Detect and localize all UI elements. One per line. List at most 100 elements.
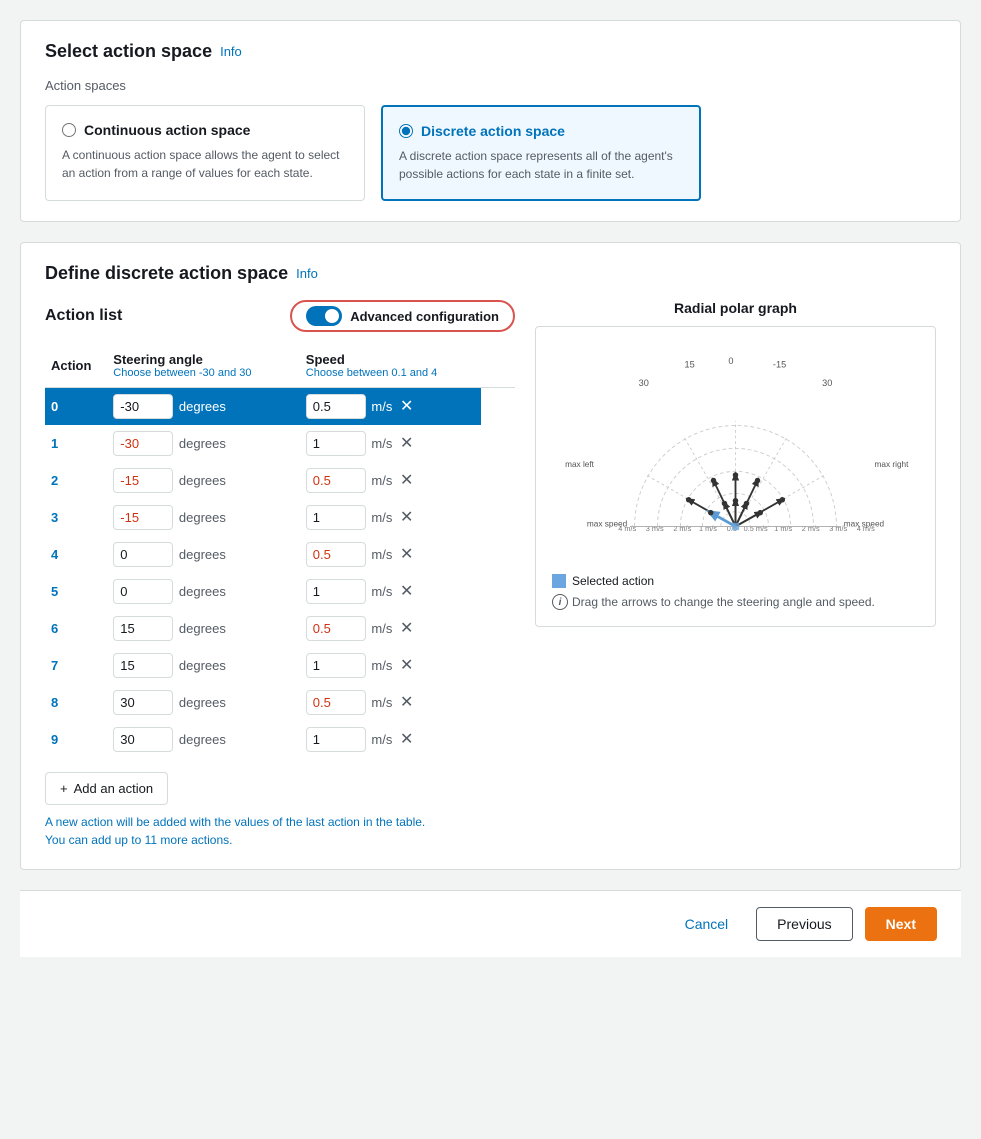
speed-input[interactable] bbox=[306, 727, 366, 752]
delete-action-button[interactable]: ✕ bbox=[396, 468, 417, 492]
steering-input[interactable] bbox=[113, 431, 173, 456]
steering-input[interactable] bbox=[113, 727, 173, 752]
delete-action-button[interactable]: ✕ bbox=[396, 690, 417, 714]
speed-input[interactable] bbox=[306, 690, 366, 715]
action-number: 4 bbox=[51, 547, 58, 562]
svg-text:2 m/s: 2 m/s bbox=[802, 524, 820, 533]
table-row[interactable]: 4 degrees m/s ✕ bbox=[45, 536, 515, 573]
action-spaces-label: Action spaces bbox=[45, 78, 936, 93]
graph-panel: Radial polar graph 0 15 -15 30 30 max le… bbox=[535, 300, 936, 849]
steering-unit: degrees bbox=[179, 658, 226, 673]
col-header-steering: Steering angle Choose between -30 and 30 bbox=[107, 344, 300, 388]
svg-text:4 m/s: 4 m/s bbox=[618, 524, 636, 533]
svg-text:1 m/s: 1 m/s bbox=[699, 524, 717, 533]
action-number: 5 bbox=[51, 584, 58, 599]
speed-unit: m/s bbox=[371, 658, 392, 673]
steering-input[interactable] bbox=[113, 542, 173, 567]
speed-unit: m/s bbox=[371, 695, 392, 710]
delete-action-button[interactable]: ✕ bbox=[396, 616, 417, 640]
action-table: Action Steering angle Choose between -30… bbox=[45, 344, 515, 758]
action-space-options: Continuous action space A continuous act… bbox=[45, 105, 936, 201]
advanced-config-toggle[interactable]: Advanced configuration bbox=[290, 300, 515, 332]
info-icon: i bbox=[552, 594, 568, 610]
delete-action-button[interactable]: ✕ bbox=[396, 505, 417, 529]
table-row[interactable]: 1 degrees m/s ✕ bbox=[45, 425, 515, 462]
table-row[interactable]: 5 degrees m/s ✕ bbox=[45, 573, 515, 610]
steering-unit: degrees bbox=[179, 547, 226, 562]
svg-text:3 m/s: 3 m/s bbox=[829, 524, 847, 533]
speed-input[interactable] bbox=[306, 394, 366, 419]
steering-input[interactable] bbox=[113, 505, 173, 530]
delete-action-button[interactable]: ✕ bbox=[396, 579, 417, 603]
next-button[interactable]: Next bbox=[865, 907, 937, 941]
select-action-space-card: Select action space Info Action spaces C… bbox=[20, 20, 961, 222]
delete-action-button[interactable]: ✕ bbox=[396, 394, 417, 418]
graph-legend: Selected action bbox=[552, 574, 919, 588]
continuous-action-space-option[interactable]: Continuous action space A continuous act… bbox=[45, 105, 365, 201]
svg-text:30: 30 bbox=[639, 378, 649, 388]
delete-action-button[interactable]: ✕ bbox=[396, 727, 417, 751]
steering-unit: degrees bbox=[179, 510, 226, 525]
advanced-config-switch[interactable] bbox=[306, 306, 342, 326]
discrete-option-title: Discrete action space bbox=[421, 123, 565, 139]
action-number: 8 bbox=[51, 695, 58, 710]
cancel-button[interactable]: Cancel bbox=[669, 908, 745, 940]
legend-label: Selected action bbox=[572, 574, 654, 588]
define-section: Action list Advanced configuration A bbox=[45, 300, 936, 849]
steering-unit: degrees bbox=[179, 436, 226, 451]
continuous-option-desc: A continuous action space allows the age… bbox=[62, 146, 348, 182]
discrete-radio[interactable] bbox=[399, 124, 413, 138]
action-list-header: Action list Advanced configuration bbox=[45, 300, 515, 332]
steering-unit: degrees bbox=[179, 695, 226, 710]
delete-action-button[interactable]: ✕ bbox=[396, 653, 417, 677]
steering-input[interactable] bbox=[113, 616, 173, 641]
col-header-speed: Speed Choose between 0.1 and 4 bbox=[300, 344, 481, 388]
svg-text:0.5 m/s: 0.5 m/s bbox=[744, 524, 768, 533]
previous-button[interactable]: Previous bbox=[756, 907, 852, 941]
delete-action-button[interactable]: ✕ bbox=[396, 542, 417, 566]
speed-input[interactable] bbox=[306, 505, 366, 530]
section2-title: Define discrete action space bbox=[45, 263, 288, 284]
action-number: 0 bbox=[51, 399, 58, 414]
speed-unit: m/s bbox=[371, 436, 392, 451]
delete-action-button[interactable]: ✕ bbox=[396, 431, 417, 455]
action-number: 7 bbox=[51, 658, 58, 673]
polar-graph-svg[interactable]: 0 15 -15 30 30 max left max right max sp… bbox=[552, 343, 919, 563]
steering-input[interactable] bbox=[113, 653, 173, 678]
steering-input[interactable] bbox=[113, 468, 173, 493]
steering-input[interactable] bbox=[113, 690, 173, 715]
graph-container: 0 15 -15 30 30 max left max right max sp… bbox=[535, 326, 936, 627]
section2-info-link[interactable]: Info bbox=[296, 266, 318, 281]
speed-unit: m/s bbox=[371, 584, 392, 599]
graph-hint: i Drag the arrows to change the steering… bbox=[552, 594, 919, 610]
table-row[interactable]: 8 degrees m/s ✕ bbox=[45, 684, 515, 721]
table-row[interactable]: 6 degrees m/s ✕ bbox=[45, 610, 515, 647]
svg-text:0: 0 bbox=[728, 356, 733, 366]
table-row[interactable]: 0 degrees m/s ✕ bbox=[45, 388, 515, 426]
action-number: 9 bbox=[51, 732, 58, 747]
speed-unit: m/s bbox=[371, 621, 392, 636]
speed-input[interactable] bbox=[306, 431, 366, 456]
discrete-action-space-option[interactable]: Discrete action space A discrete action … bbox=[381, 105, 701, 201]
continuous-radio[interactable] bbox=[62, 123, 76, 137]
steering-input[interactable] bbox=[113, 579, 173, 604]
speed-input[interactable] bbox=[306, 468, 366, 493]
speed-input[interactable] bbox=[306, 579, 366, 604]
table-row[interactable]: 9 degrees m/s ✕ bbox=[45, 721, 515, 758]
steering-unit: degrees bbox=[179, 399, 226, 414]
steering-unit: degrees bbox=[179, 473, 226, 488]
discrete-option-desc: A discrete action space represents all o… bbox=[399, 147, 683, 183]
table-row[interactable]: 7 degrees m/s ✕ bbox=[45, 647, 515, 684]
action-list-title: Action list bbox=[45, 307, 122, 325]
table-row[interactable]: 2 degrees m/s ✕ bbox=[45, 462, 515, 499]
svg-text:15: 15 bbox=[685, 360, 695, 370]
table-row[interactable]: 3 degrees m/s ✕ bbox=[45, 499, 515, 536]
speed-input[interactable] bbox=[306, 616, 366, 641]
plus-icon: + bbox=[60, 781, 68, 796]
speed-input[interactable] bbox=[306, 542, 366, 567]
add-action-button[interactable]: + Add an action bbox=[45, 772, 168, 805]
steering-input[interactable] bbox=[113, 394, 173, 419]
speed-input[interactable] bbox=[306, 653, 366, 678]
action-number: 1 bbox=[51, 436, 58, 451]
section1-info-link[interactable]: Info bbox=[220, 44, 242, 59]
